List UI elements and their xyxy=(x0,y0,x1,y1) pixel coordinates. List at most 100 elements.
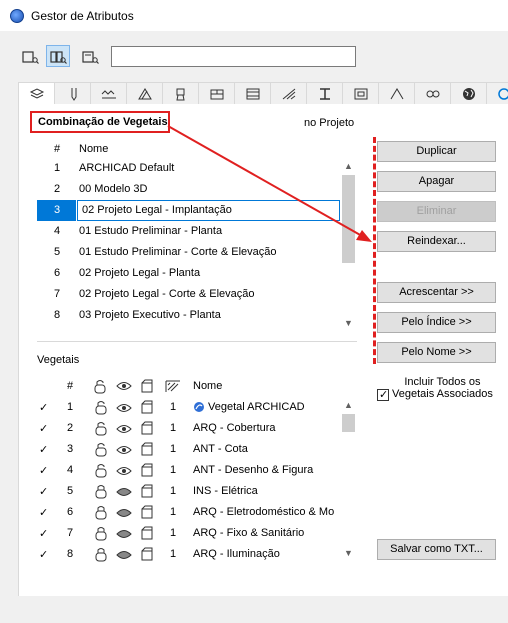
combination-label: Combinação de Vegetais xyxy=(30,111,170,133)
visibility-check[interactable]: ✓ xyxy=(39,422,48,435)
solid-model-icon[interactable] xyxy=(140,463,154,477)
eye-header-icon xyxy=(116,382,132,390)
combinations-list[interactable]: # Nome 1 ARCHICAD Default 2 00 Modelo 3D… xyxy=(37,138,357,332)
unlock-icon[interactable] xyxy=(95,421,107,436)
by-index-button[interactable]: Pelo Índice >> xyxy=(377,312,496,333)
visibility-check[interactable]: ✓ xyxy=(39,464,48,477)
lock-icon[interactable] xyxy=(95,484,107,499)
layers-list[interactable]: # Nome ✓ 1 1 Vegetal ARCHICAD ✓ 2 1 ARQ … xyxy=(37,376,357,562)
tab-mep-systems[interactable] xyxy=(414,82,451,104)
list-item-selected[interactable]: 3 02 Projeto Legal - Implantação xyxy=(37,200,340,221)
unlock-icon[interactable] xyxy=(95,400,107,415)
tab-surfaces[interactable] xyxy=(162,82,199,104)
scroll-up-arrow-icon[interactable]: ▲ xyxy=(340,397,357,414)
scroll-up-arrow-icon[interactable]: ▲ xyxy=(340,158,357,175)
list-item[interactable]: 4 01 Estudo Preliminar - Planta xyxy=(37,221,340,242)
tab-locations[interactable] xyxy=(450,82,487,104)
eye-open-icon[interactable] xyxy=(116,465,132,477)
layers-icon xyxy=(29,88,45,99)
list-item[interactable]: 6 02 Projeto Legal - Planta xyxy=(37,263,340,284)
lock-icon[interactable] xyxy=(95,547,107,562)
reindex-button[interactable]: Reindexar... xyxy=(377,231,496,252)
solid-model-icon[interactable] xyxy=(140,442,154,456)
tab-profiles[interactable] xyxy=(270,82,307,104)
tab-composites[interactable] xyxy=(234,82,271,104)
layers-scrollbar[interactable]: ▲ ▼ xyxy=(340,397,357,562)
solid-model-icon[interactable] xyxy=(140,421,154,435)
tab-fills[interactable] xyxy=(126,82,163,104)
visibility-check[interactable]: ✓ xyxy=(39,527,48,540)
visibility-check[interactable]: ✓ xyxy=(39,443,48,456)
eye-closed-icon[interactable] xyxy=(116,507,132,519)
tab-beams[interactable] xyxy=(306,82,343,104)
list-item[interactable]: 1 ARCHICAD Default xyxy=(37,158,340,179)
eye-closed-icon[interactable] xyxy=(116,528,132,540)
table-row[interactable]: ✓ 2 1 ARQ - Cobertura xyxy=(37,418,340,439)
composite-icon xyxy=(246,88,260,100)
tab-line-types[interactable] xyxy=(90,82,127,104)
include-associated-checkbox[interactable]: ✓ Incluir Todos os Vegetais Associados xyxy=(377,376,502,406)
delete-button[interactable]: Apagar xyxy=(377,171,496,192)
list-item[interactable]: 2 00 Modelo 3D xyxy=(37,179,340,200)
scroll-down-arrow-icon[interactable]: ▼ xyxy=(340,545,357,562)
unlock-icon[interactable] xyxy=(95,442,107,457)
lock-header-icon xyxy=(94,380,106,394)
tab-overflow[interactable] xyxy=(486,82,508,104)
detail-panel-icon xyxy=(82,51,99,64)
column-header-name: Nome xyxy=(193,380,223,392)
lock-icon[interactable] xyxy=(95,505,107,520)
list-item[interactable]: 8 03 Projeto Executivo - Planta xyxy=(37,305,340,326)
table-row[interactable]: ✓ 3 1 ANT - Cota xyxy=(37,439,340,460)
scroll-thumb[interactable] xyxy=(342,414,355,432)
table-row[interactable]: ✓ 5 1 INS - Elétrica xyxy=(37,481,340,502)
brick-icon xyxy=(210,89,224,100)
combinations-scrollbar[interactable]: ▲ ▼ xyxy=(340,158,357,332)
eye-open-icon[interactable] xyxy=(116,444,132,456)
visibility-check[interactable]: ✓ xyxy=(39,506,48,519)
table-row[interactable]: ✓ 4 1 ANT - Desenho & Figura xyxy=(37,460,340,481)
single-view-button[interactable] xyxy=(18,45,42,67)
duplicate-button[interactable]: Duplicar xyxy=(377,141,496,162)
checkbox-label: Incluir Todos os Vegetais Associados xyxy=(392,376,493,400)
checkbox[interactable]: ✓ xyxy=(377,389,389,401)
table-row[interactable]: ✓ 7 1 ARQ - Fixo & Sanitário xyxy=(37,523,340,544)
search-input[interactable] xyxy=(111,46,356,67)
intersection-header-icon xyxy=(165,380,180,392)
table-row[interactable]: ✓ 8 1 ARQ - Iluminação xyxy=(37,544,340,565)
unlock-icon[interactable] xyxy=(95,463,107,478)
detail-view-button[interactable] xyxy=(78,45,102,67)
combination-scope: no Projeto xyxy=(304,117,355,129)
eye-open-icon[interactable] xyxy=(116,423,132,435)
split-view-button[interactable] xyxy=(46,45,70,67)
lock-icon[interactable] xyxy=(95,526,107,541)
list-item[interactable]: 7 02 Projeto Legal - Corte & Elevação xyxy=(37,284,340,305)
tab-building-materials[interactable] xyxy=(198,82,235,104)
solid-model-icon[interactable] xyxy=(140,400,154,414)
scroll-thumb[interactable] xyxy=(342,175,355,263)
append-button[interactable]: Acrescentar >> xyxy=(377,282,496,303)
tab-pens[interactable] xyxy=(54,82,91,104)
solid-model-icon[interactable] xyxy=(140,484,154,498)
save-as-txt-button[interactable]: Salvar como TXT... xyxy=(377,539,496,560)
solid-model-icon[interactable] xyxy=(140,526,154,540)
double-panel-icon xyxy=(50,51,67,64)
solid-model-icon[interactable] xyxy=(140,505,154,519)
scroll-down-arrow-icon[interactable]: ▼ xyxy=(340,315,357,332)
eye-closed-icon[interactable] xyxy=(116,486,132,498)
visibility-check[interactable]: ✓ xyxy=(39,401,48,414)
tab-markup-styles[interactable] xyxy=(378,82,415,104)
tab-layers[interactable] xyxy=(18,82,55,105)
column-header-num: # xyxy=(67,380,74,392)
visibility-check[interactable]: ✓ xyxy=(39,485,48,498)
by-name-button[interactable]: Pelo Nome >> xyxy=(377,342,496,363)
eye-open-icon[interactable] xyxy=(116,402,132,414)
eliminate-button[interactable]: Eliminar xyxy=(377,201,496,222)
list-item[interactable]: 5 01 Estudo Preliminar - Corte & Elevaçã… xyxy=(37,242,340,263)
tab-zone-categories[interactable] xyxy=(342,82,379,104)
eye-closed-icon[interactable] xyxy=(116,549,132,561)
table-row[interactable]: ✓ 1 1 Vegetal ARCHICAD xyxy=(37,397,340,418)
solid-model-icon[interactable] xyxy=(140,547,154,561)
visibility-check[interactable]: ✓ xyxy=(39,548,48,561)
list-header: # Nome xyxy=(37,138,340,158)
table-row[interactable]: ✓ 6 1 ARQ - Eletrodoméstico & Mo xyxy=(37,502,340,523)
